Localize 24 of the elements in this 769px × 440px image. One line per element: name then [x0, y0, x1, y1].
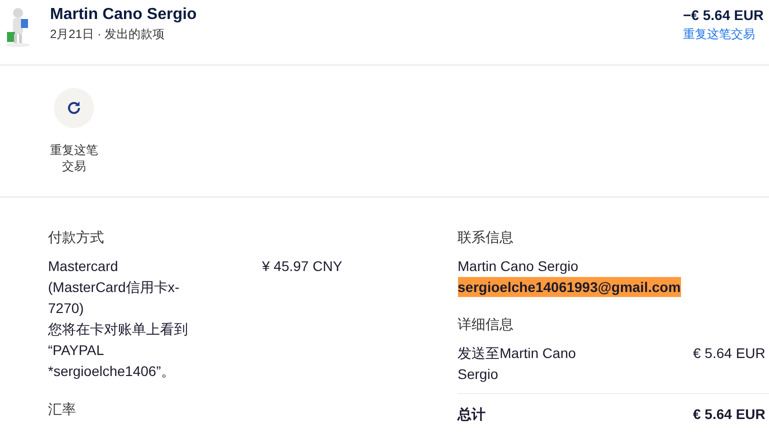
contact-name: Martin Cano Sergio	[458, 257, 580, 276]
repeat-button[interactable]	[54, 88, 94, 128]
detail-amount: € 5.64 EUR	[693, 344, 766, 363]
repeat-label: 重复这笔交易	[49, 142, 99, 174]
total-label: 总计	[458, 405, 487, 424]
payment-method-text: (MasterCard信用卡x-	[48, 278, 180, 297]
repeat-transaction-link[interactable]: 重复这笔交易	[683, 26, 769, 42]
total-amount: € 5.64 EUR	[693, 405, 766, 424]
section-heading: 付款方式	[48, 228, 105, 246]
payment-method-text: “PAYPAL	[48, 341, 106, 360]
payment-method-text: 您将在卡对账单上看到	[48, 320, 189, 339]
section-heading: 详细信息	[458, 315, 515, 333]
refresh-icon	[66, 100, 82, 116]
detail-label: 发送至Martin Cano Sergio	[458, 344, 577, 384]
transaction-amount: −€ 5.64 EUR	[683, 6, 765, 25]
section-heading: 联系信息	[458, 228, 515, 246]
payment-method-text: Mastercard	[48, 257, 120, 276]
payee-name: Martin Cano Sergio	[50, 5, 198, 25]
payment-method-text: 7270)	[48, 299, 85, 318]
section-heading: 汇率	[48, 400, 77, 418]
payment-amount: ¥ 45.97 CNY	[262, 257, 342, 276]
contact-email: sergioelche14061993@gmail.com	[458, 277, 681, 297]
transaction-date: 2月21日 · 发出的款项	[50, 26, 166, 42]
payment-method-text: *sergioelche1406”。	[48, 362, 176, 381]
